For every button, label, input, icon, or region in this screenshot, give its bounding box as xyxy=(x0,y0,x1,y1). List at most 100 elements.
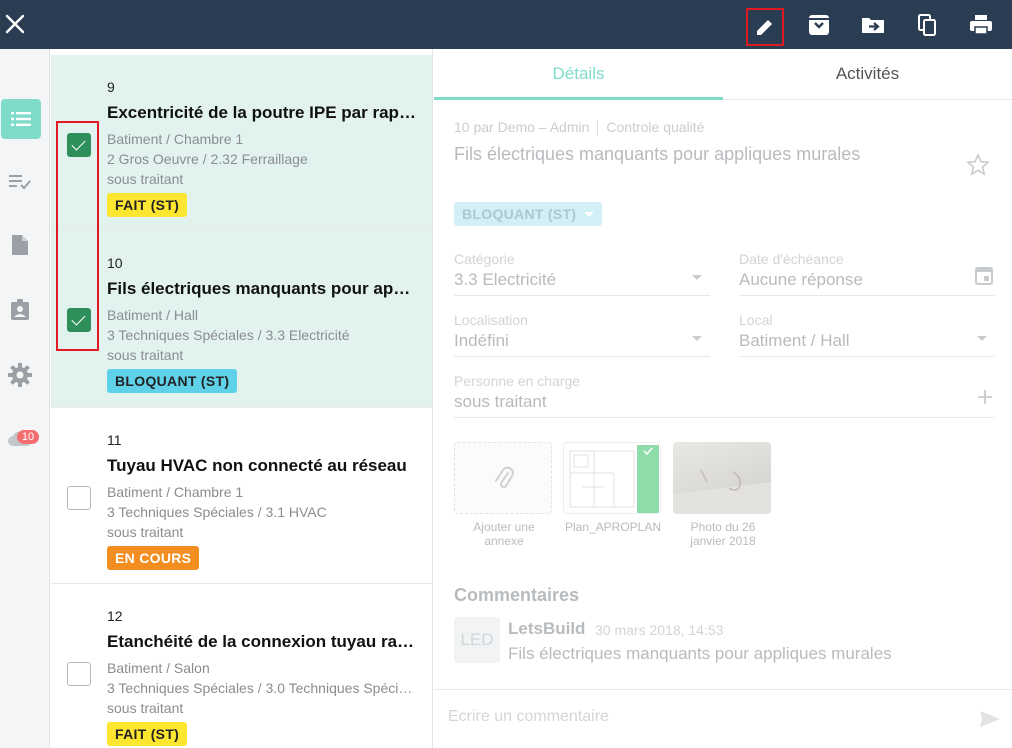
issue-type: Controle qualité xyxy=(606,119,705,135)
tab-details[interactable]: Détails xyxy=(434,49,723,100)
plan-attachment[interactable]: Plan_APROPLAN xyxy=(563,442,663,534)
issue-location: Batiment / Hall xyxy=(107,307,199,323)
archive-icon xyxy=(809,15,829,35)
issue-author: 10 par Demo – Admin xyxy=(454,119,590,135)
issue-title: Excentricité de la poutre IPE par rappor… xyxy=(107,103,419,122)
assignee-field[interactable]: Personne en charge sous traitant xyxy=(454,373,995,418)
plus-icon[interactable] xyxy=(977,389,993,405)
nav-documents[interactable] xyxy=(1,226,39,264)
list-icon xyxy=(11,112,31,126)
photo-attachment[interactable]: Photo du 26 janvier 2018 xyxy=(673,442,773,548)
send-button[interactable] xyxy=(979,710,1001,733)
chevron-down-icon xyxy=(692,336,702,341)
list-item[interactable]: 11 Tuyau HVAC non connecté au réseau Bat… xyxy=(51,408,432,584)
assignee-value: sous traitant xyxy=(454,392,547,411)
status-dropdown[interactable]: BLOQUANT (ST) xyxy=(454,202,603,226)
status-badge: FAIT (ST) xyxy=(107,722,188,746)
issue-number: 9 xyxy=(107,79,115,95)
localisation-label: Localisation xyxy=(454,312,528,328)
nav-checklists[interactable] xyxy=(1,163,39,201)
avatar: LED xyxy=(454,617,500,663)
selection-highlight xyxy=(56,121,99,351)
list-item[interactable]: 12 Etanchéité de la connexion tuyau radi… xyxy=(51,584,432,748)
issue-category: 3 Techniques Spéciales / 3.3 Electricité xyxy=(107,327,350,343)
top-toolbar xyxy=(0,0,1012,49)
comment-input[interactable] xyxy=(448,708,968,726)
plan-attachment-label: Plan_APROPLAN xyxy=(564,520,662,534)
status-badge: FAIT (ST) xyxy=(107,193,188,217)
add-attachment-button[interactable]: Ajouter une annexe xyxy=(454,442,554,548)
plan-thumbnail xyxy=(569,445,659,513)
issue-number: 11 xyxy=(107,432,122,448)
add-attachment-label: Ajouter une annexe xyxy=(473,520,535,548)
local-label: Local xyxy=(739,312,773,328)
status-badge: BLOQUANT (ST) xyxy=(107,369,238,393)
localisation-select[interactable]: Localisation Indéfini xyxy=(454,312,710,357)
sync-badge: 10 xyxy=(17,430,39,444)
issue-detail-title: Fils électriques manquants pour applique… xyxy=(454,144,861,164)
copy-icon xyxy=(918,14,936,36)
issue-category: 3 Techniques Spéciales / 3.1 HVAC xyxy=(107,504,327,520)
issue-title: Tuyau HVAC non connecté au réseau xyxy=(107,456,407,475)
row-checkbox[interactable] xyxy=(67,662,91,686)
list-item[interactable]: 9 Excentricité de la poutre IPE par rapp… xyxy=(51,55,432,231)
issue-assignee: sous traitant xyxy=(107,347,184,363)
issue-category: 3 Techniques Spéciales / 3.0 Techniques … xyxy=(107,680,419,696)
print-button[interactable] xyxy=(964,10,998,40)
tab-activities[interactable]: Activités xyxy=(723,49,1012,100)
issue-number: 10 xyxy=(107,255,123,271)
issue-assignee: sous traitant xyxy=(107,171,184,187)
copy-button[interactable] xyxy=(910,10,944,40)
star-icon xyxy=(966,153,990,176)
comment-text: Fils électriques manquants pour applique… xyxy=(508,644,892,663)
edit-button[interactable] xyxy=(746,8,784,46)
photo-attachment-label: Photo du 26 janvier 2018 xyxy=(690,520,756,548)
row-checkbox[interactable] xyxy=(67,486,91,510)
photo-thumbnail xyxy=(673,469,771,514)
comment-author: LetsBuild xyxy=(508,619,586,638)
tab-bar: Détails Activités xyxy=(434,49,1012,100)
favorite-button[interactable] xyxy=(966,153,990,182)
contact-icon xyxy=(11,299,29,320)
due-date-value: Aucune réponse xyxy=(739,270,863,289)
due-date-field[interactable]: Date d'échéance Aucune réponse xyxy=(739,251,995,296)
category-select[interactable]: Catégorie 3.3 Electricité xyxy=(454,251,710,296)
chevron-down-icon xyxy=(692,275,702,280)
issue-category: 2 Gros Oeuvre / 2.32 Ferraillage xyxy=(107,151,308,167)
localisation-value: Indéfini xyxy=(454,331,509,350)
nav-list[interactable] xyxy=(1,99,41,139)
send-icon xyxy=(980,711,1000,727)
status-badge: EN COURS xyxy=(107,546,200,570)
issue-assignee: sous traitant xyxy=(107,700,184,716)
issue-title: Etanchéité de la connexion tuyau radiate… xyxy=(107,632,419,651)
issue-list: 9 Excentricité de la poutre IPE par rapp… xyxy=(51,49,433,748)
local-select[interactable]: Local Batiment / Hall xyxy=(739,312,995,357)
issue-number: 12 xyxy=(107,608,123,624)
checklist-icon xyxy=(9,175,31,190)
move-icon xyxy=(862,18,884,33)
category-value: 3.3 Electricité xyxy=(454,270,557,289)
detail-pane: Détails Activités 10 par Demo – Admin Con… xyxy=(434,49,1012,748)
assignee-label: Personne en charge xyxy=(454,373,581,389)
close-icon[interactable] xyxy=(4,12,26,36)
chevron-down-icon xyxy=(584,212,595,217)
list-item[interactable]: 10 Fils électriques manquants pour appli… xyxy=(51,231,432,408)
paperclip-icon xyxy=(495,466,514,488)
archive-button[interactable] xyxy=(802,10,836,40)
calendar-icon xyxy=(975,267,993,285)
settings-icon xyxy=(8,363,32,387)
category-label: Catégorie xyxy=(454,251,515,267)
issue-location: Batiment / Chambre 1 xyxy=(107,131,244,147)
move-button[interactable] xyxy=(856,10,890,40)
print-icon xyxy=(970,15,992,35)
nav-contacts[interactable] xyxy=(1,291,39,329)
comment-date: 30 mars 2018, 14:53 xyxy=(595,622,724,638)
issue-meta: 10 par Demo – Admin Controle qualité xyxy=(454,119,705,136)
issue-location: Batiment / Salon xyxy=(107,660,210,676)
side-navigation: 10 xyxy=(0,49,50,748)
comment-composer xyxy=(434,689,1012,748)
status-value: BLOQUANT (ST) xyxy=(462,206,577,222)
nav-settings[interactable] xyxy=(1,356,39,394)
due-date-label: Date d'échéance xyxy=(739,251,844,267)
local-value: Batiment / Hall xyxy=(739,331,850,350)
